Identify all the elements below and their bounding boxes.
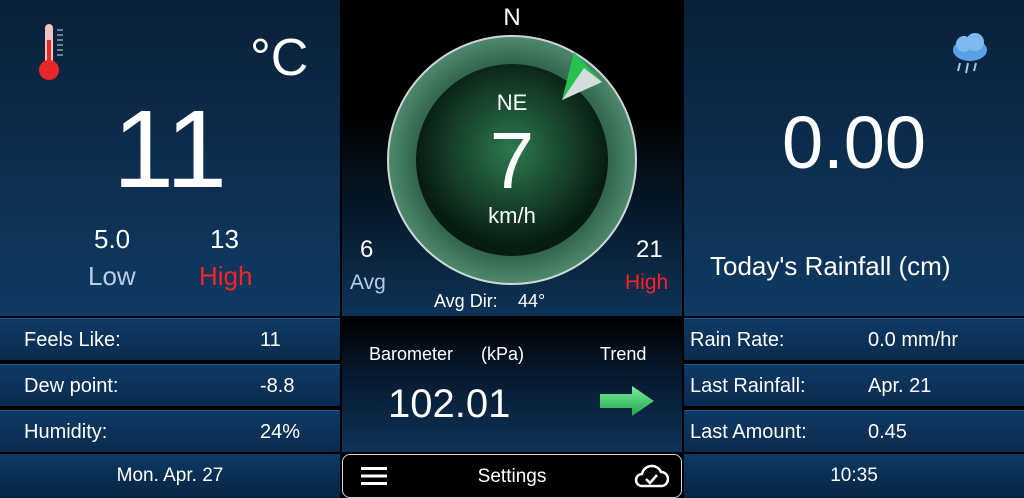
trend-label: Trend (600, 344, 647, 364)
today-rainfall-value: 0.00 (781, 101, 927, 184)
time-display: 10:35 (684, 454, 1024, 498)
feels-like-value: 11 (260, 329, 281, 351)
wind-high-label: High (625, 271, 669, 294)
arrow-right-icon (600, 386, 654, 416)
date-display: Mon. Apr. 27 (0, 454, 340, 498)
last-rainfall-label: Last Rainfall: (690, 375, 806, 397)
dew-point-label: Dew point: (24, 375, 119, 397)
compass-north: N (503, 4, 521, 31)
high-temperature: 13 (210, 224, 239, 254)
feels-like-row: Feels Like: 11 (0, 318, 340, 360)
wind-unit: km/h (488, 203, 536, 228)
high-label: High (199, 261, 253, 291)
humidity-label: Humidity: (24, 421, 108, 443)
last-amount-label: Last Amount: (690, 421, 807, 443)
current-temperature: 11 (112, 88, 228, 211)
last-amount-row: Last Amount: 0.45 (684, 410, 1024, 452)
barometer-panel: Barometer (kPa) Trend 102.01 (342, 318, 682, 452)
temperature-panel: °C 11 5.0 Low 13 High (0, 0, 340, 316)
rain-rate-row: Rain Rate: 0.0 mm/hr (684, 318, 1024, 360)
barometer-value: 102.01 (388, 382, 511, 426)
last-amount-value: 0.45 (868, 421, 907, 443)
last-rainfall-row: Last Rainfall: Apr. 21 (684, 364, 1024, 406)
barometer-label: Barometer (369, 344, 454, 364)
wind-speed: 7 (489, 116, 535, 205)
barometer-unit: (kPa) (481, 344, 525, 364)
avg-dir-label: Avg Dir: (434, 291, 498, 311)
settings-bar[interactable]: Settings (342, 454, 682, 498)
cloud-check-icon[interactable] (633, 462, 669, 490)
humidity-value: 24% (260, 421, 301, 443)
rain-cloud-icon (953, 33, 987, 74)
rain-rate-label: Rain Rate: (690, 329, 785, 351)
feels-like-label: Feels Like: (24, 329, 121, 351)
low-label: Low (88, 261, 136, 291)
dew-point-value: -8.8 (260, 375, 295, 397)
wind-direction: NE (496, 90, 528, 115)
rain-rate-value: 0.0 mm/hr (868, 329, 959, 351)
dew-point-row: Dew point: -8.8 (0, 364, 340, 406)
wind-high: 21 (636, 236, 663, 263)
wind-avg-label: Avg (350, 271, 386, 294)
temperature-unit: °C (250, 29, 309, 87)
humidity-row: Humidity: 24% (0, 410, 340, 452)
wind-panel: N NE 7 km/h 6 Avg 21 High Avg Dir: 44° (342, 0, 682, 316)
last-rainfall-value: Apr. 21 (868, 375, 932, 397)
settings-label[interactable]: Settings (343, 466, 681, 488)
wind-avg: 6 (360, 236, 374, 263)
rainfall-panel: 0.00 Today's Rainfall (cm) (684, 0, 1024, 316)
low-temperature: 5.0 (94, 224, 131, 254)
avg-dir-value: 44° (518, 291, 546, 311)
thermometer-icon (39, 24, 63, 80)
today-rainfall-label: Today's Rainfall (cm) (710, 251, 951, 281)
